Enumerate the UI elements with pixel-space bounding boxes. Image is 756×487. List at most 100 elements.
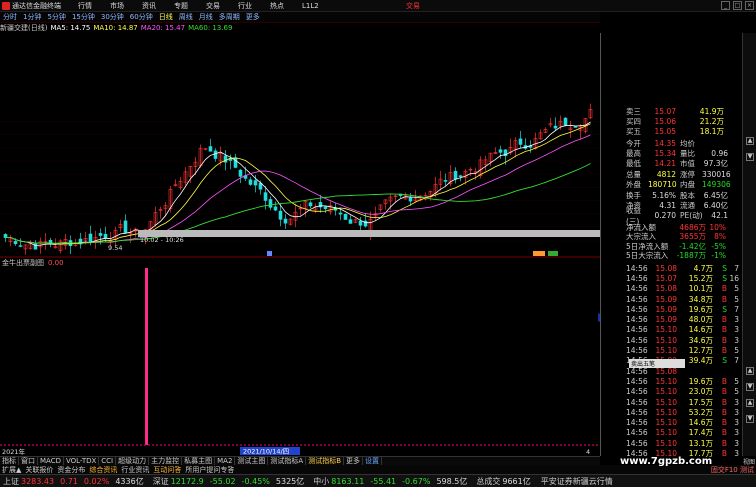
- order-label: 买五: [626, 126, 641, 136]
- stat-value-2: 330016: [702, 169, 731, 179]
- tick-side: B: [721, 407, 727, 417]
- candle-body: [358, 220, 363, 226]
- event-marker-icon: [548, 251, 558, 256]
- menu-item-zhuanti[interactable]: 专题: [174, 1, 188, 11]
- candle-body: [263, 192, 268, 201]
- tick-time: 14:56: [626, 263, 648, 273]
- time-axis-start: 2021年: [2, 447, 26, 456]
- expand-link[interactable]: 扩展▲: [0, 465, 23, 475]
- tab-daily[interactable]: 日线: [158, 12, 174, 22]
- tick-count: 7: [734, 304, 739, 314]
- chevron-up-icon[interactable]: ▲: [746, 137, 754, 145]
- candle-body: [498, 149, 503, 153]
- order-volume: 18.1万: [699, 126, 724, 136]
- ma20-label: MA20: 15.47: [140, 24, 186, 32]
- stat-row: 收益(三) 0.270 PE(动) 42.1: [626, 206, 728, 226]
- tick-count: 3: [734, 407, 739, 417]
- trade-button[interactable]: 交易: [406, 1, 420, 11]
- general-news-link[interactable]: 综合资讯: [87, 465, 119, 475]
- event-marker-icon: [267, 251, 272, 256]
- stat-row: 今开 14.35 均价: [626, 138, 728, 148]
- tab-5min[interactable]: 5分钟: [46, 12, 66, 22]
- related-quote-link[interactable]: 关联报价: [23, 465, 55, 475]
- ma-legend: 新疆交建(日线) MA5: 14.75 MA10: 14.87 MA20: 15…: [0, 23, 600, 33]
- menu-item-hangqing[interactable]: 行情: [78, 1, 92, 11]
- event-marker-icon: [533, 251, 545, 256]
- fund-dist-link[interactable]: 资金分布: [55, 465, 87, 475]
- tick-side: B: [721, 428, 727, 438]
- tab-multi[interactable]: 多周期: [218, 12, 241, 22]
- candle-body: [408, 197, 413, 202]
- menu-item-l1l2[interactable]: L1L2: [302, 2, 319, 10]
- stat-label: 换手: [626, 190, 641, 200]
- tab-30min[interactable]: 30分钟: [100, 12, 125, 22]
- tab-more[interactable]: 更多: [245, 12, 261, 22]
- tick-count: 3: [734, 397, 739, 407]
- menu-item-jiaoyi[interactable]: 交易: [206, 1, 220, 11]
- chevron-up-icon[interactable]: ▲: [746, 367, 754, 375]
- stat-value-2: 149306: [702, 180, 731, 190]
- tab-60min[interactable]: 60分钟: [129, 12, 154, 22]
- industry-news-link[interactable]: 行业资讯: [119, 465, 151, 475]
- f10-link[interactable]: 固交F10 测试: [711, 465, 754, 475]
- stat-value: 5.16%: [652, 190, 676, 200]
- candle-body: [323, 206, 328, 210]
- tick-side: S: [722, 263, 727, 273]
- ma60-label: MA60: 13.69: [188, 24, 233, 32]
- indicator-name: 金牛出票副图: [2, 258, 44, 267]
- tab-monthly[interactable]: 月线: [198, 12, 214, 22]
- stat-label-2: PE(动): [680, 211, 703, 221]
- chevron-down-icon[interactable]: ▼: [746, 383, 754, 391]
- tick-price: 15.09: [655, 315, 677, 325]
- menu-item-zixun[interactable]: 资讯: [142, 1, 156, 11]
- sz-index-label[interactable]: 深证: [153, 476, 169, 487]
- order-price: 15.05: [654, 126, 676, 136]
- tick-row: 14:56 15.09 48.0万 B 3: [626, 314, 742, 324]
- view-label[interactable]: 视图: [743, 457, 756, 466]
- chevron-up-icon[interactable]: ▲: [746, 399, 754, 407]
- sh-index-label[interactable]: 上证: [3, 476, 19, 487]
- close-icon[interactable]: ×: [745, 1, 754, 10]
- flow-row: 5日大宗流入 -1887万 -1%: [626, 251, 726, 261]
- chevron-down-icon[interactable]: ▼: [746, 415, 754, 423]
- tab-weekly[interactable]: 周线: [178, 12, 194, 22]
- tick-time: 14:56: [626, 428, 648, 438]
- right-scrollbar[interactable]: ▲ ▼ ▲ ▼ ▲ ▼ 视图: [742, 33, 756, 466]
- tab-fenshi[interactable]: 分时: [2, 12, 18, 22]
- tick-side: B: [721, 397, 727, 407]
- tick-price: 15.10: [655, 387, 677, 397]
- tick-popup[interactable]: 卖出五笔: [629, 359, 685, 368]
- tab-1min[interactable]: 1分钟: [22, 12, 42, 22]
- chevron-down-icon[interactable]: ▼: [746, 153, 754, 161]
- zx-index-label[interactable]: 中小: [313, 476, 329, 487]
- sh-index-value: 3283.43: [21, 476, 55, 486]
- kline-chart[interactable]: 10.02 - 10:26 9.54 14.5014.0013.5013.001…: [0, 33, 600, 456]
- tick-count: 3: [734, 418, 739, 428]
- tab-15min[interactable]: 15分钟: [71, 12, 96, 22]
- tick-row: 14:56 15.10 53.2万 B 3: [626, 407, 742, 417]
- candle-body: [573, 126, 578, 128]
- menu-item-redian[interactable]: 热点: [270, 1, 284, 11]
- user-qa-link[interactable]: 所用户提问专答: [183, 465, 236, 475]
- stat-label-2: 流通: [680, 200, 695, 210]
- tick-count: 5: [734, 346, 739, 356]
- qa-link[interactable]: 互动问答: [151, 465, 183, 475]
- menu-bar: 通达信金融终端 行情 市场 资讯 专题 交易 行业 热点 L1L2 交易 _ □…: [0, 0, 756, 12]
- stat-value-2: 0.96: [711, 148, 728, 158]
- time-axis-end: 4: [586, 448, 590, 456]
- stat-value: 4812: [656, 169, 676, 179]
- tick-count: 3: [734, 335, 739, 345]
- flow-value: -1887万: [676, 251, 706, 260]
- tick-side: B: [721, 335, 727, 345]
- maximize-icon[interactable]: □: [733, 1, 742, 10]
- menu-item-hangye[interactable]: 行业: [238, 1, 252, 11]
- candle-body: [18, 245, 23, 247]
- tick-time: 14:56: [626, 294, 648, 304]
- minimize-icon[interactable]: _: [721, 1, 730, 10]
- tick-price: 15.10: [655, 407, 677, 417]
- stat-value: 14.35: [654, 138, 676, 148]
- candle-body: [278, 210, 283, 220]
- menu-item-shichang[interactable]: 市场: [110, 1, 124, 11]
- stat-label: 总量: [626, 169, 641, 179]
- sz-index-value: 12172.9: [170, 476, 204, 486]
